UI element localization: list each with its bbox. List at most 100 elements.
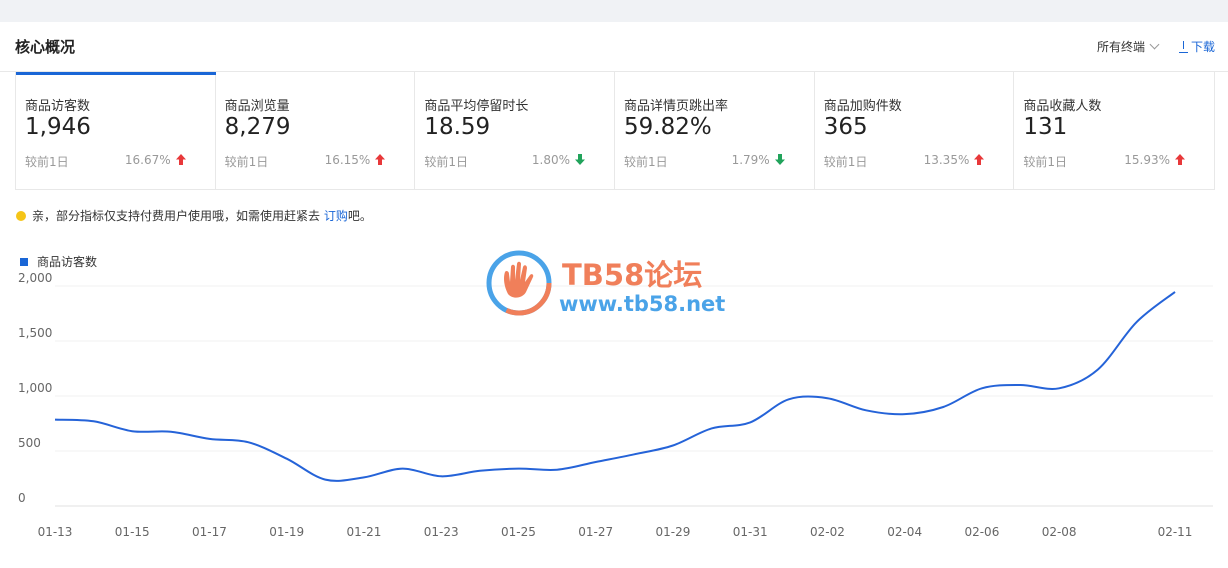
x-tick-label: 01-27 (578, 525, 613, 539)
x-tick-label: 02-08 (1042, 525, 1077, 539)
metric-cards: 商品访客数 1,946 较前1日 16.67% 商品浏览量 8,279 较前1日… (15, 72, 1215, 190)
metric-card-add-to-cart[interactable]: 商品加购件数 365 较前1日 13.35% (815, 72, 1015, 189)
data-point[interactable] (168, 429, 174, 435)
data-point[interactable] (747, 419, 753, 425)
data-point[interactable] (979, 385, 985, 391)
metric-compare-label: 较前1日 (25, 155, 69, 169)
data-point[interactable] (631, 451, 637, 457)
data-point[interactable] (245, 439, 251, 445)
chart-legend[interactable]: 商品访客数 (20, 253, 97, 270)
subscribe-link[interactable]: 订购 (324, 209, 348, 223)
download-button[interactable]: 下载 (1178, 38, 1215, 55)
metric-change: 15.93% (1124, 153, 1171, 167)
metric-card-avg-stay[interactable]: 商品平均停留时长 18.59 较前1日 1.80% (415, 72, 616, 189)
paid-feature-notice: 亲，部分指标仅支持付费用户使用哦，如需使用赶紧去 订购吧。 (16, 207, 372, 224)
metric-compare-label: 较前1日 (823, 155, 868, 169)
x-tick-label: 01-23 (424, 525, 459, 539)
data-point[interactable] (361, 474, 367, 480)
data-point[interactable] (824, 395, 830, 401)
data-point[interactable] (1172, 289, 1178, 295)
x-tick-label: 02-11 (1158, 525, 1193, 539)
metric-change: 1.79% (731, 153, 770, 167)
x-tick-label: 02-06 (964, 525, 999, 539)
data-point[interactable] (52, 417, 58, 423)
data-point[interactable] (438, 473, 444, 479)
y-tick-label: 500 (18, 436, 41, 450)
metric-change: 1.80% (531, 153, 571, 167)
metric-card-visitors[interactable]: 商品访客数 1,946 较前1日 16.67% (16, 72, 216, 189)
x-tick-label: 01-19 (269, 525, 304, 539)
page-title: 核心概况 (15, 38, 76, 56)
metric-label: 商品收藏人数 (1023, 99, 1102, 114)
x-tick-label: 01-31 (733, 525, 768, 539)
arrow-up-icon (375, 154, 386, 165)
data-point[interactable] (91, 418, 97, 424)
data-point[interactable] (284, 456, 290, 462)
watermark: TB58论坛 www.tb58.net (486, 250, 746, 320)
arrow-down-icon (575, 154, 586, 165)
y-tick-label: 1,000 (18, 381, 52, 395)
data-point[interactable] (863, 407, 869, 413)
metric-compare-label: 较前1日 (624, 155, 668, 169)
y-tick-label: 2,000 (18, 271, 52, 285)
data-point[interactable] (1133, 319, 1139, 325)
download-icon (1178, 40, 1189, 53)
data-point[interactable] (400, 466, 406, 472)
arrow-up-icon (974, 154, 985, 165)
data-point[interactable] (1056, 385, 1062, 391)
y-tick-label: 1,500 (18, 326, 52, 340)
metric-compare-label: 较前1日 (424, 155, 468, 169)
data-point[interactable] (206, 436, 212, 442)
metric-label: 商品平均停留时长 (424, 99, 529, 114)
metric-card-pageviews[interactable]: 商品浏览量 8,279 较前1日 16.15% (216, 72, 416, 189)
watermark-title: TB58论坛 (562, 258, 703, 292)
header: 核心概况 所有终端 下载 (0, 22, 1228, 72)
x-tick-label: 01-17 (192, 525, 227, 539)
legend-swatch (20, 257, 28, 266)
hand-logo-icon (486, 250, 552, 316)
download-label: 下载 (1190, 40, 1215, 54)
notice-text: 亲，部分指标仅支持付费用户使用哦，如需使用赶紧去 订购吧。 (32, 207, 372, 224)
x-tick-label: 01-29 (655, 525, 690, 539)
terminal-select[interactable]: 所有终端 (1097, 38, 1160, 55)
metric-change: 16.67% (124, 153, 171, 167)
data-point[interactable] (670, 443, 676, 449)
metric-label: 商品浏览量 (224, 99, 290, 114)
x-tick-label: 01-13 (38, 525, 73, 539)
x-tick-label: 02-02 (810, 525, 845, 539)
metric-card-favorites[interactable]: 商品收藏人数 131 较前1日 15.93% (1014, 72, 1214, 189)
arrow-up-icon (175, 154, 186, 165)
metric-compare-label: 较前1日 (1023, 155, 1067, 169)
metric-value: 1,946 (25, 114, 91, 140)
chevron-down-icon (1149, 39, 1160, 50)
metric-compare-label: 较前1日 (224, 155, 269, 169)
data-point[interactable] (554, 467, 560, 473)
legend-label: 商品访客数 (37, 255, 98, 269)
metric-value: 8,279 (224, 114, 291, 140)
data-point[interactable] (786, 396, 792, 402)
data-point[interactable] (902, 411, 908, 417)
x-tick-label: 02-04 (887, 525, 922, 539)
metric-value: 18.59 (424, 114, 491, 140)
metric-label: 商品加购件数 (823, 99, 902, 114)
x-tick-label: 01-25 (501, 525, 536, 539)
info-icon (16, 210, 26, 221)
data-point[interactable] (322, 477, 328, 483)
data-point[interactable] (709, 425, 715, 431)
data-point[interactable] (129, 428, 135, 434)
arrow-down-icon (774, 154, 785, 165)
metric-card-bounce-rate[interactable]: 商品详情页跳出率 59.82% 较前1日 1.79% (615, 72, 815, 189)
data-point[interactable] (1095, 367, 1101, 373)
series-line-visitors (54, 291, 1176, 482)
metric-change: 16.15% (324, 153, 371, 167)
metric-change: 13.35% (923, 153, 970, 167)
y-tick-label: 0 (18, 491, 26, 505)
data-point[interactable] (477, 468, 483, 474)
data-point[interactable] (593, 459, 599, 465)
notice-text-before: 亲，部分指标仅支持付费用户使用哦，如需使用赶紧去 (32, 209, 324, 223)
data-point[interactable] (515, 466, 521, 472)
metric-value: 59.82% (624, 114, 712, 140)
data-point[interactable] (1018, 382, 1024, 388)
data-point[interactable] (940, 404, 946, 410)
watermark-url: www.tb58.net (559, 292, 726, 316)
